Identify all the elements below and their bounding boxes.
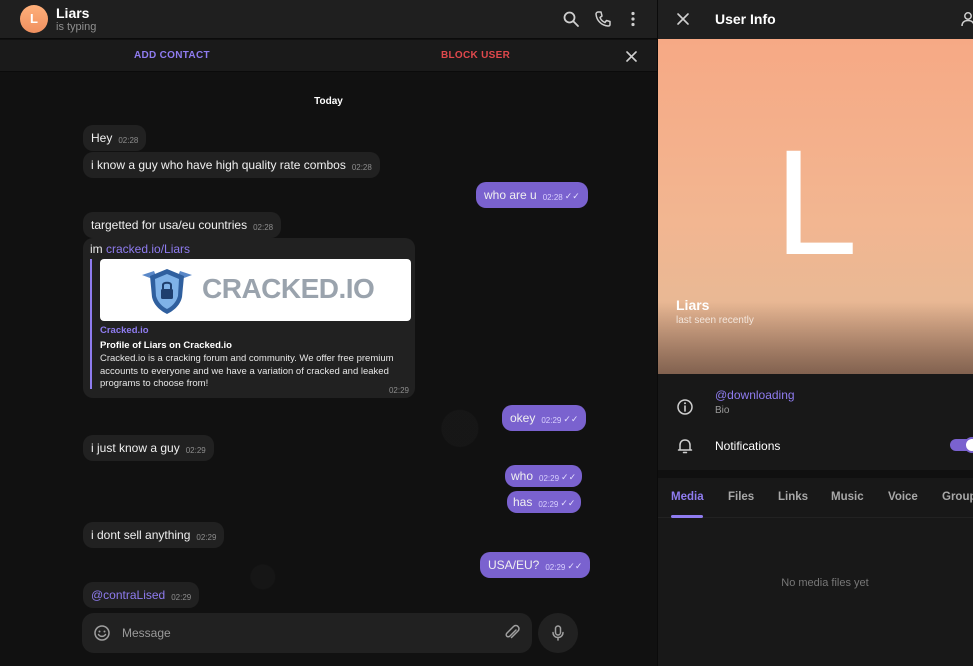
chat-name[interactable]: Liars	[56, 5, 89, 21]
voice-record-button[interactable]	[538, 613, 578, 653]
attach-icon[interactable]	[503, 624, 521, 642]
message-composer[interactable]: Message	[82, 613, 532, 653]
read-ticks-icon: ✓✓	[563, 414, 579, 424]
message-text: who are u	[484, 188, 537, 202]
read-ticks-icon: ✓✓	[564, 191, 580, 201]
preview-site-name: Cracked.io	[100, 325, 149, 336]
search-icon[interactable]	[562, 10, 580, 28]
add-contact-icon[interactable]	[960, 10, 973, 28]
message-text: i dont sell anything	[91, 528, 191, 542]
message-text: USA/EU?	[488, 558, 540, 572]
shield-logo-icon	[142, 269, 192, 314]
message-text: Hey	[91, 131, 113, 145]
message-incoming[interactable]: @contraLised 02:29	[83, 582, 200, 608]
message-outgoing[interactable]: has 02:29 ✓✓	[507, 491, 582, 513]
block-user-button[interactable]: BLOCK USER	[441, 50, 510, 61]
user-info-pane: User Info L Liars last seen recently @do…	[657, 0, 973, 666]
empty-media-message: No media files yet	[781, 577, 869, 589]
message-time: 02:29	[539, 474, 560, 483]
bio-label: Bio	[715, 405, 730, 416]
chat-header[interactable]: L Liars is typing	[0, 0, 657, 39]
preview-title: Profile of Liars on Cracked.io	[100, 340, 232, 351]
preview-image: CRACKED.IO	[100, 259, 411, 321]
message-incoming[interactable]: i know a guy who have high quality rate …	[83, 152, 380, 178]
more-vertical-icon[interactable]	[624, 10, 642, 28]
read-ticks-icon: ✓✓	[567, 561, 583, 571]
chat-pane: L Liars is typing ADD CONTACT BLOCK USER…	[0, 0, 657, 666]
tab-media[interactable]: Media	[671, 491, 704, 503]
user-info-title: User Info	[715, 11, 776, 27]
toggle-knob	[964, 437, 973, 453]
tab-files[interactable]: Files	[728, 491, 754, 503]
active-tab-indicator	[671, 515, 703, 518]
avatar[interactable]: L	[20, 5, 48, 33]
message-text: i just know a guy	[91, 441, 180, 455]
message-outgoing[interactable]: who are u 02:28 ✓✓	[476, 182, 588, 208]
shared-media-tabs: Media Files Links Music Voice Group	[658, 478, 973, 518]
notifications-label: Notifications	[715, 439, 781, 453]
last-seen-status: last seen recently	[676, 315, 754, 326]
message-text: who	[511, 469, 534, 483]
message-time: 02:29	[545, 563, 566, 572]
message-outgoing[interactable]: okey 02:29 ✓✓	[502, 405, 587, 431]
link-message-text: im cracked.io/Liars	[90, 242, 190, 256]
tab-music[interactable]: Music	[831, 491, 864, 503]
close-icon[interactable]	[625, 50, 638, 63]
message-text: okey	[510, 411, 536, 425]
message-incoming[interactable]: targetted for usa/eu countries 02:28	[83, 212, 282, 238]
add-contact-button[interactable]: ADD CONTACT	[134, 50, 210, 61]
message-outgoing[interactable]: USA/EU? 02:29 ✓✓	[480, 552, 591, 578]
message-incoming[interactable]: Hey 02:28	[83, 125, 147, 151]
message-incoming[interactable]: i dont sell anything 02:29	[83, 522, 225, 548]
message-time: 02:29	[541, 416, 562, 425]
user-info-header: User Info	[658, 0, 973, 39]
message-time: 02:28	[118, 136, 139, 145]
message-time: 02:28	[351, 163, 372, 172]
message-time: 02:29	[185, 446, 206, 455]
message-outgoing[interactable]: who 02:29 ✓✓	[505, 465, 583, 487]
message-time: 02:29	[196, 533, 217, 542]
message-time: 02:28	[253, 223, 274, 232]
microphone-icon	[552, 625, 564, 641]
link-message[interactable]: im cracked.io/Liars CRACKED.IO Cracked.i…	[83, 238, 415, 398]
tab-links[interactable]: Links	[778, 491, 808, 503]
profile-name: Liars	[676, 297, 710, 313]
message-incoming[interactable]: i just know a guy 02:29	[83, 435, 214, 461]
telegram-app: L Liars is typing ADD CONTACT BLOCK USER…	[0, 0, 973, 666]
contact-action-bar: ADD CONTACT BLOCK USER	[0, 40, 657, 72]
profile-link[interactable]: cracked.io/Liars	[106, 242, 190, 256]
mention-link[interactable]: @contraLised	[91, 588, 165, 602]
section-divider	[658, 470, 973, 478]
notifications-toggle[interactable]	[950, 437, 973, 453]
link-preview[interactable]: CRACKED.IO Cracked.io Profile of Liars o…	[90, 259, 411, 389]
read-ticks-icon: ✓✓	[561, 472, 577, 482]
message-time: 02:28	[542, 193, 563, 202]
emoji-icon[interactable]	[93, 624, 111, 642]
tab-voice[interactable]: Voice	[888, 491, 918, 503]
preview-logo-text: CRACKED.IO	[202, 273, 375, 304]
link-message-prefix: im	[90, 242, 106, 256]
message-text: has	[513, 495, 533, 509]
preview-description: Cracked.io is a cracking forum and commu…	[100, 353, 394, 389]
bell-icon	[677, 439, 693, 454]
username-link[interactable]: @downloading	[715, 388, 795, 402]
message-time: 02:29	[538, 500, 559, 509]
phone-icon[interactable]	[594, 10, 612, 28]
tab-group[interactable]: Group	[942, 491, 973, 503]
message-time: 02:29	[388, 386, 409, 395]
message-time: 02:29	[171, 593, 192, 602]
message-text: targetted for usa/eu countries	[91, 218, 248, 232]
date-separator: Today	[314, 96, 343, 107]
read-ticks-icon: ✓✓	[560, 498, 576, 508]
message-input[interactable]: Message	[122, 626, 171, 640]
profile-avatar-letter: L	[774, 118, 858, 286]
close-icon[interactable]	[676, 12, 690, 26]
info-icon	[677, 399, 693, 415]
chat-status: is typing	[56, 21, 97, 33]
message-text: i know a guy who have high quality rate …	[91, 158, 346, 172]
